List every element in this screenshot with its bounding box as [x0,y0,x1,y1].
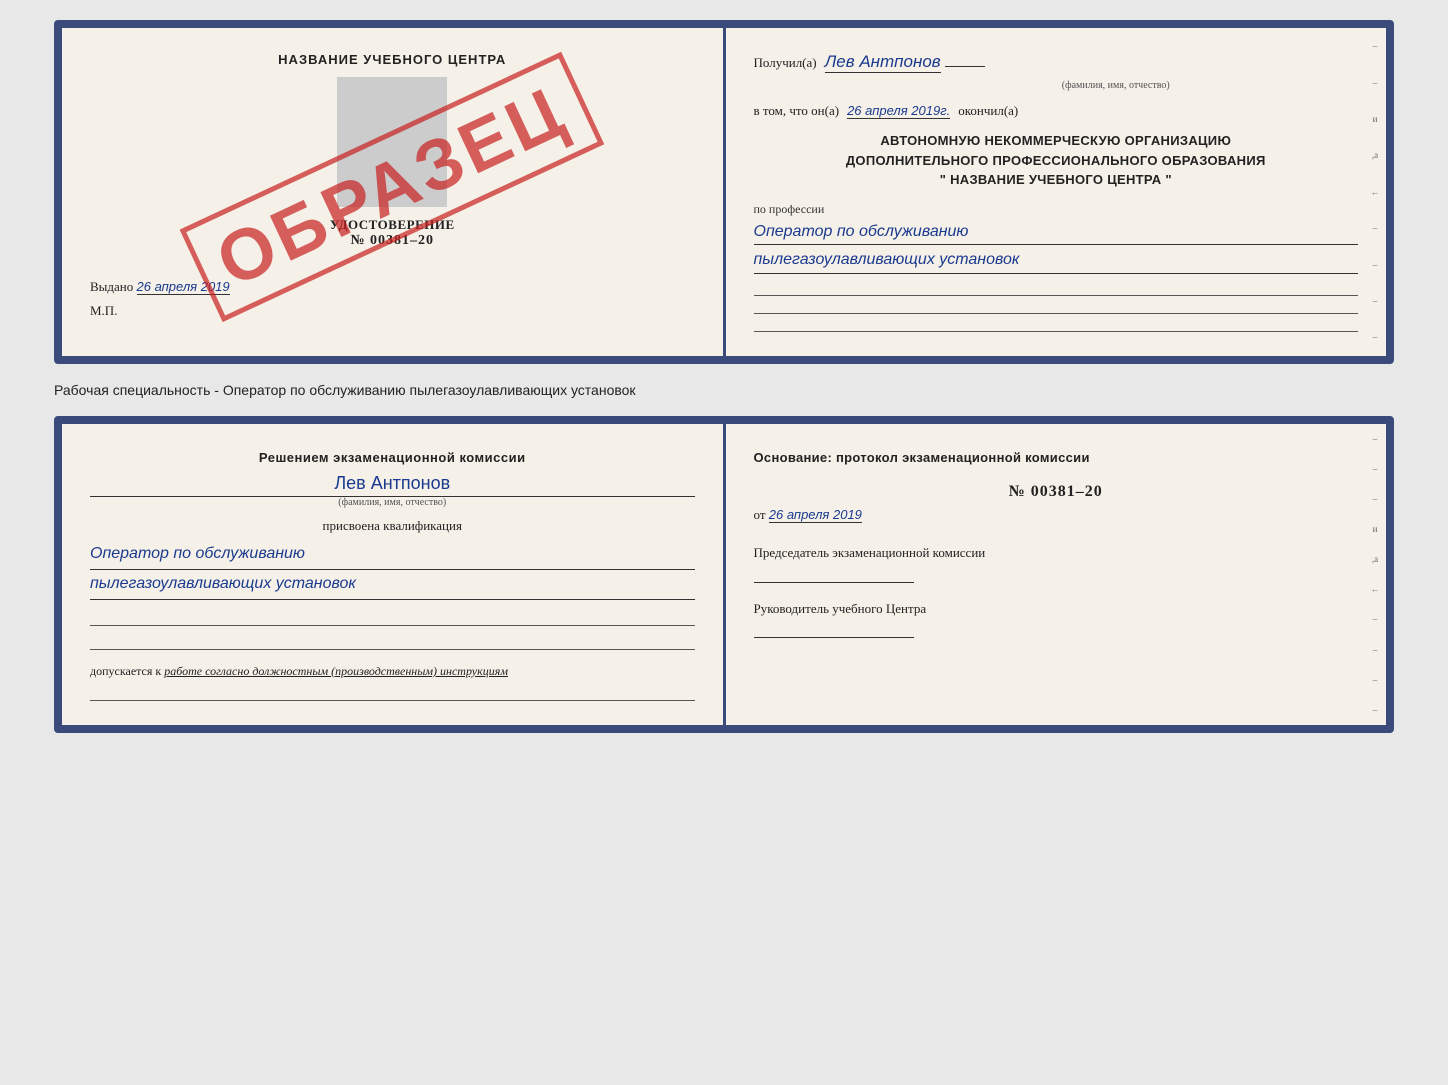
cert-received-name: Лев Антпонов [825,52,941,73]
cert-left-panel: НАЗВАНИЕ УЧЕБНОГО ЦЕНТРА ОБРАЗЕЦ УДОСТОВ… [62,28,726,356]
cert-org-line3: " НАЗВАНИЕ УЧЕБНОГО ЦЕНТРА " [754,170,1359,190]
qual-allowed-label: допускается к [90,664,161,678]
cert-date-completed: 26 апреля 2019г. [847,103,950,119]
qual-profession-line2: пылегазоулавливающих установок [90,570,695,600]
qual-decision-title: Решением экзаменационной комиссии [90,448,695,468]
qual-assigned-label: присвоена квалификация [90,518,695,534]
cert-training-center-title: НАЗВАНИЕ УЧЕБНОГО ЦЕНТРА [90,52,695,67]
cert-right-lines [754,282,1359,332]
qual-basis-label: Основание: протокол экзаменационной коми… [754,448,1359,468]
cert-org-line2: ДОПОЛНИТЕЛЬНОГО ПРОФЕССИОНАЛЬНОГО ОБРАЗО… [754,151,1359,171]
cert-doc-number: № 00381–20 [90,233,695,249]
cert-photo [337,77,447,207]
qual-commission-chair-label: Председатель экзаменационной комиссии [754,543,1359,563]
qual-director-label: Руководитель учебного Центра [754,599,1359,619]
cert-profession-line2: пылегазоулавливающих установок [754,247,1359,274]
cert-issued-label: Выдано [90,279,133,294]
cert-issued-line: Выдано 26 апреля 2019 [90,279,695,295]
qual-protocol-date: от 26 апреля 2019 [754,507,1359,523]
qual-allowed: допускается к работе согласно должностны… [90,664,695,679]
qual-name-sub: (фамилия, имя, отчество) [90,496,695,508]
cert-issued-date: 26 апреля 2019 [137,279,230,295]
cert-profession-label: по профессии [754,202,1359,217]
qual-line-1 [90,612,695,626]
qual-left-panel: Решением экзаменационной комиссии Лев Ан… [62,424,726,725]
qual-name: Лев Антпонов [90,473,695,494]
cert-org-section: АВТОНОМНУЮ НЕКОММЕРЧЕСКУЮ ОРГАНИЗАЦИЮ ДО… [754,131,1359,190]
top-certificate: НАЗВАНИЕ УЧЕБНОГО ЦЕНТРА ОБРАЗЕЦ УДОСТОВ… [54,20,1394,364]
bottom-certificate: Решением экзаменационной комиссии Лев Ан… [54,416,1394,733]
qual-director-signature [754,624,914,638]
cert-profession-line1: Оператор по обслуживанию [754,219,1359,246]
cert-line-1 [754,282,1359,296]
qual-right-panel: Основание: протокол экзаменационной коми… [726,424,1387,725]
qual-protocol-number: № 00381–20 [754,483,1359,501]
cert-received-label: Получил(а) [754,55,817,71]
specialty-line: Рабочая специальность - Оператор по обсл… [54,376,1394,404]
cert-fio-sub: (фамилия, имя, отчество) [1062,80,1170,91]
cert-mp: М.П. [90,303,695,319]
qual-date-prefix: от [754,507,766,522]
cert-org-line1: АВТОНОМНУЮ НЕКОММЕРЧЕСКУЮ ОРГАНИЗАЦИЮ [754,131,1359,151]
qual-side-marks: – – – и ,а ← – – – – [1364,424,1386,725]
cert-completed-label: окончил(а) [958,103,1018,119]
qual-allowed-value: работе согласно должностным (производств… [164,664,508,678]
cert-dash [945,66,985,67]
document-container: НАЗВАНИЕ УЧЕБНОГО ЦЕНТРА ОБРАЗЕЦ УДОСТОВ… [54,20,1394,733]
qual-profession-line1: Оператор по обслуживанию [90,540,695,570]
cert-doc-type: УДОСТОВЕРЕНИЕ [90,217,695,233]
qual-line-2 [90,636,695,650]
cert-in-that-row: в том, что он(а) 26 апреля 2019г. окончи… [754,103,1359,119]
cert-line-3 [754,318,1359,332]
cert-side-marks: – – и ,а ← – – – – [1364,28,1386,356]
cert-right-panel: Получил(а) Лев Антпонов (фамилия, имя, о… [726,28,1387,356]
cert-line-2 [754,300,1359,314]
cert-received-row: Получил(а) Лев Антпонов [754,52,1359,73]
cert-in-that-label: в том, что он(а) [754,103,840,119]
qual-lines [90,612,695,650]
qual-date-value: 26 апреля 2019 [769,507,862,523]
qual-commission-signature [754,569,914,583]
qual-line-bottom [90,687,695,701]
